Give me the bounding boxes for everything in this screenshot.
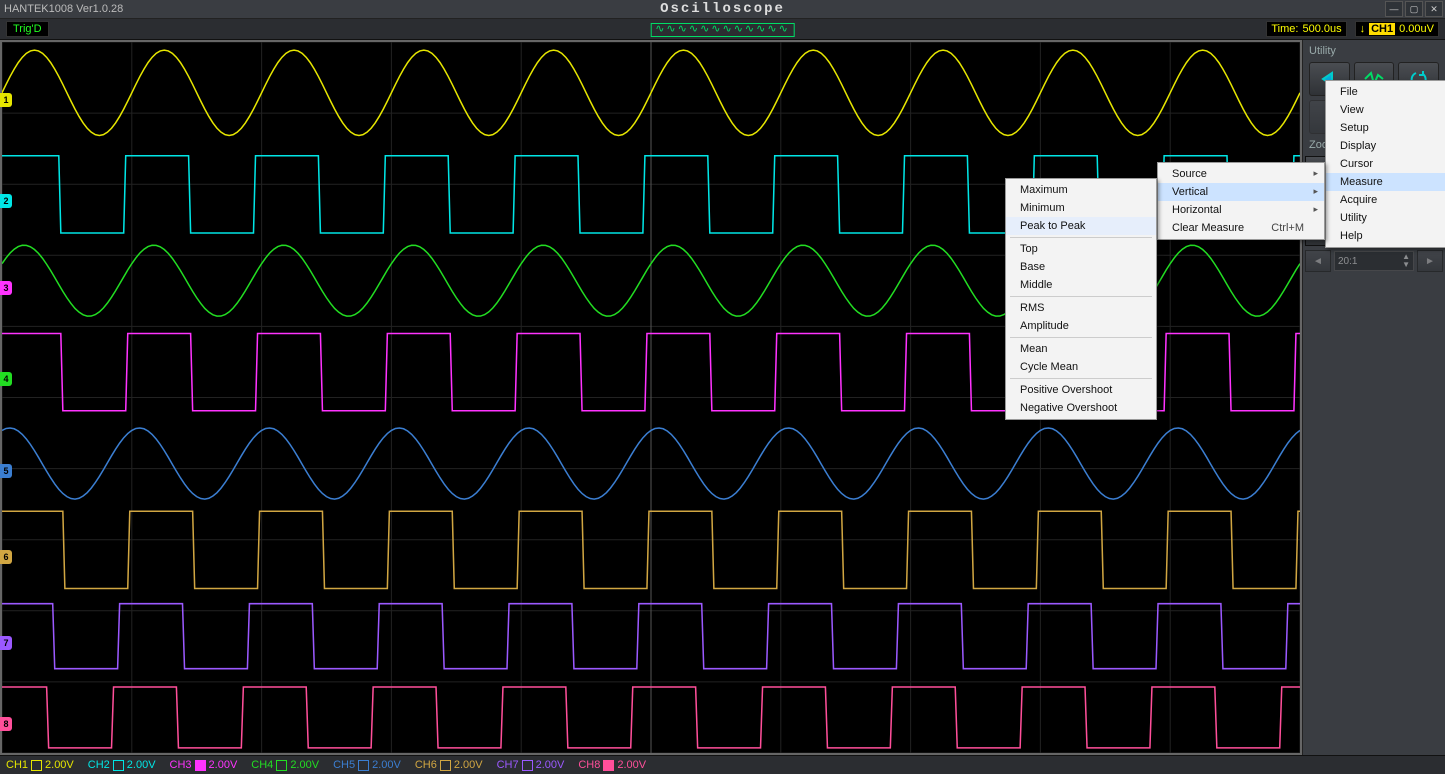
- menu-item-minimum[interactable]: Minimum: [1006, 199, 1156, 217]
- channel-tag-7[interactable]: 7: [0, 636, 12, 650]
- menu-item-cursor[interactable]: Cursor: [1326, 155, 1445, 173]
- status-bar: Trig'D ∿∿∿∿∿∿∿∿∿∿∿∿ Time: 500.0us ↓ CH1 …: [0, 19, 1445, 40]
- channel-info-5[interactable]: CH52.00V: [333, 759, 401, 771]
- menu-item-display[interactable]: Display: [1326, 137, 1445, 155]
- ratio-value: 20:1▲▼: [1334, 251, 1414, 271]
- window-title: Oscilloscope: [660, 1, 785, 17]
- menu-item-vertical[interactable]: Vertical: [1158, 183, 1324, 201]
- menu-item-rms[interactable]: RMS: [1006, 299, 1156, 317]
- menu-item-base[interactable]: Base: [1006, 258, 1156, 276]
- channel-info-2[interactable]: CH22.00V: [88, 759, 156, 771]
- menu-item-maximum[interactable]: Maximum: [1006, 181, 1156, 199]
- trigger-status: Trig'D: [6, 21, 49, 37]
- ratio-inc: ►: [1417, 250, 1443, 272]
- channel-info-7[interactable]: CH72.00V: [497, 759, 565, 771]
- channel-tag-2[interactable]: 2: [0, 194, 12, 208]
- channel-tag-5[interactable]: 5: [0, 464, 12, 478]
- close-button[interactable]: ✕: [1425, 1, 1443, 17]
- channel-info-1[interactable]: CH12.00V: [6, 759, 74, 771]
- menu-item-amplitude[interactable]: Amplitude: [1006, 317, 1156, 335]
- titlebar: HANTEK1008 Ver1.0.28 Oscilloscope — ▢ ✕: [0, 0, 1445, 19]
- channel-tag-4[interactable]: 4: [0, 372, 12, 386]
- main-menu[interactable]: FileViewSetupDisplayCursorMeasureAcquire…: [1325, 80, 1445, 248]
- ratio-dec: ◄: [1305, 250, 1331, 272]
- channel-tag-3[interactable]: 3: [0, 281, 12, 295]
- menu-item-horizontal[interactable]: Horizontal: [1158, 201, 1324, 219]
- channel-info-6[interactable]: CH62.00V: [415, 759, 483, 771]
- menu-item-view[interactable]: View: [1326, 101, 1445, 119]
- channel-info-8[interactable]: CH82.00V: [578, 759, 646, 771]
- channel-bar: CH12.00V CH22.00V CH32.00V CH42.00V CH52.00V…: [0, 755, 1445, 774]
- menu-item-source[interactable]: Source: [1158, 165, 1324, 183]
- app-name: HANTEK1008 Ver1.0.28: [4, 3, 123, 15]
- menu-item-utility[interactable]: Utility: [1326, 209, 1445, 227]
- maximize-button[interactable]: ▢: [1405, 1, 1423, 17]
- utility-label: Utility: [1305, 44, 1443, 58]
- menu-item-cycle-mean[interactable]: Cycle Mean: [1006, 358, 1156, 376]
- menu-item-measure[interactable]: Measure: [1326, 173, 1445, 191]
- menu-item-file[interactable]: File: [1326, 83, 1445, 101]
- menu-item-middle[interactable]: Middle: [1006, 276, 1156, 294]
- channel-tag-8[interactable]: 8: [0, 717, 12, 731]
- menu-item-setup[interactable]: Setup: [1326, 119, 1445, 137]
- channel-info-3[interactable]: CH32.00V: [170, 759, 238, 771]
- menu-item-clear-measure[interactable]: Clear MeasureCtrl+M: [1158, 219, 1324, 237]
- menu-item-mean[interactable]: Mean: [1006, 340, 1156, 358]
- trigger-readout: ↓ CH1 0.00uV: [1355, 21, 1439, 37]
- menu-item-acquire[interactable]: Acquire: [1326, 191, 1445, 209]
- channel-tag-6[interactable]: 6: [0, 550, 12, 564]
- minimize-button[interactable]: —: [1385, 1, 1403, 17]
- menu-item-peak-to-peak[interactable]: Peak to Peak: [1006, 217, 1156, 235]
- timebase-marker: ∿∿∿∿∿∿∿∿∿∿∿∿: [650, 22, 795, 36]
- menu-item-negative-overshoot[interactable]: Negative Overshoot: [1006, 399, 1156, 417]
- menu-item-top[interactable]: Top: [1006, 240, 1156, 258]
- channel-tag-1[interactable]: 1: [0, 93, 12, 107]
- vertical-submenu[interactable]: MaximumMinimumPeak to Peak TopBaseMiddle R…: [1005, 178, 1157, 420]
- channel-info-4[interactable]: CH42.00V: [251, 759, 319, 771]
- menu-item-positive-overshoot[interactable]: Positive Overshoot: [1006, 381, 1156, 399]
- measure-submenu[interactable]: SourceVerticalHorizontalClear MeasureCtr…: [1157, 162, 1325, 240]
- menu-item-help[interactable]: Help: [1326, 227, 1445, 245]
- timebase-readout: Time: 500.0us: [1266, 21, 1346, 37]
